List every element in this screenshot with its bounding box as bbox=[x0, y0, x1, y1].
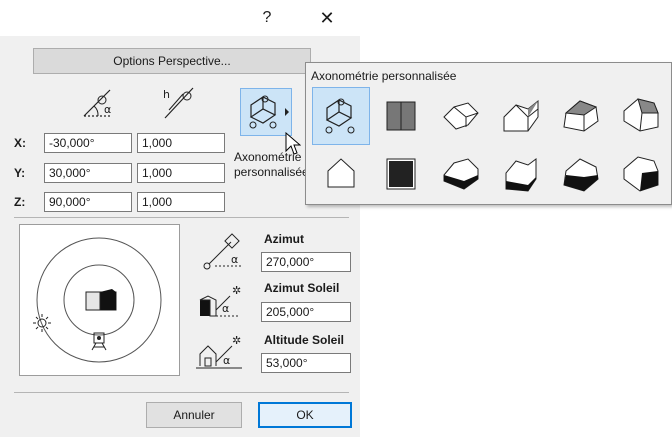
tile-house-outline[interactable] bbox=[312, 145, 370, 203]
tile-plan-dark[interactable] bbox=[372, 145, 430, 203]
sun-azimut-icon: ✲ α bbox=[199, 284, 241, 317]
camera-icon bbox=[91, 332, 107, 351]
iso-house-3-icon bbox=[563, 100, 599, 132]
sun-altitude-field[interactable]: 53,000° bbox=[261, 353, 351, 373]
svg-text:α: α bbox=[231, 253, 238, 266]
elevation-icon bbox=[386, 101, 416, 131]
sun-altitude-icon: ✲ α bbox=[196, 334, 242, 369]
tile-iso-house-4[interactable] bbox=[612, 87, 670, 145]
help-button[interactable]: ? bbox=[244, 0, 290, 36]
x-angle-field[interactable]: -30,000° bbox=[44, 133, 132, 153]
y-scale-field[interactable]: 1,000 bbox=[137, 163, 225, 183]
projection-label-line2: personnalisée bbox=[234, 165, 309, 179]
svg-text:✲: ✲ bbox=[232, 334, 241, 347]
z-angle-field[interactable]: 90,000° bbox=[44, 192, 132, 212]
popup-title: Axonométrie personnalisée bbox=[311, 69, 457, 83]
z-scale-field[interactable]: 1,000 bbox=[137, 192, 225, 212]
tile-iso-house-2[interactable] bbox=[492, 87, 550, 145]
separator-top bbox=[14, 217, 349, 218]
ok-button[interactable]: OK bbox=[258, 402, 352, 428]
y-axis-label: Y: bbox=[14, 166, 26, 180]
compass-diagram bbox=[33, 237, 162, 363]
projection-type-button[interactable] bbox=[240, 88, 292, 136]
y-angle-field[interactable]: 30,000° bbox=[44, 163, 132, 183]
cursor-icon bbox=[285, 132, 301, 155]
axo-custom-icon bbox=[325, 98, 355, 134]
plan-dark-icon bbox=[386, 158, 416, 190]
tile-house-dark-base-1[interactable] bbox=[432, 145, 490, 203]
tile-iso-house-1[interactable] bbox=[432, 87, 490, 145]
projection-popup: Axonométrie personnalisée bbox=[305, 62, 672, 205]
svg-text:✲: ✲ bbox=[232, 284, 241, 297]
azimut-icon: α bbox=[203, 233, 243, 270]
tile-house-dark-base-4[interactable] bbox=[612, 145, 670, 203]
scale-icon: h bbox=[163, 87, 194, 119]
house-dark-base-1-icon bbox=[443, 158, 479, 190]
titlebar: ? ✕ bbox=[0, 0, 360, 36]
iso-house-4-icon bbox=[623, 98, 659, 132]
azimut-label: Azimut bbox=[264, 232, 304, 246]
tile-axo-custom[interactable] bbox=[312, 87, 370, 145]
iso-house-1-icon bbox=[443, 102, 479, 130]
svg-text:α: α bbox=[222, 302, 229, 315]
x-axis-label: X: bbox=[14, 136, 26, 150]
cancel-button[interactable]: Annuler bbox=[146, 402, 242, 428]
house-outline-icon bbox=[327, 158, 355, 188]
house-dark-base-3-icon bbox=[563, 158, 599, 192]
svg-text:α: α bbox=[104, 103, 111, 116]
svg-text:α: α bbox=[223, 354, 230, 367]
house-dark-base-2-icon bbox=[505, 158, 537, 192]
iso-house-2-icon bbox=[503, 99, 539, 132]
house-dark-base-4-icon bbox=[623, 156, 659, 192]
separator-bottom bbox=[14, 392, 349, 393]
angle-icon: α bbox=[83, 89, 112, 117]
tile-iso-house-3[interactable] bbox=[552, 87, 610, 145]
sun-azimut-label: Azimut Soleil bbox=[264, 281, 340, 295]
sun-altitude-label: Altitude Soleil bbox=[264, 333, 345, 347]
tile-elevation[interactable] bbox=[372, 87, 430, 145]
sun-icon bbox=[33, 314, 51, 332]
axo-custom-icon bbox=[249, 95, 289, 129]
svg-text:h: h bbox=[163, 88, 170, 101]
z-axis-label: Z: bbox=[14, 195, 26, 209]
options-perspective-button[interactable]: Options Perspective... bbox=[33, 48, 311, 74]
close-button[interactable]: ✕ bbox=[304, 0, 350, 36]
tile-house-dark-base-3[interactable] bbox=[552, 145, 610, 203]
azimut-field[interactable]: 270,000° bbox=[261, 252, 351, 272]
tile-house-dark-base-2[interactable] bbox=[492, 145, 550, 203]
sun-position-preview[interactable] bbox=[19, 224, 180, 376]
sun-azimut-field[interactable]: 205,000° bbox=[261, 302, 351, 322]
x-scale-field[interactable]: 1,000 bbox=[137, 133, 225, 153]
